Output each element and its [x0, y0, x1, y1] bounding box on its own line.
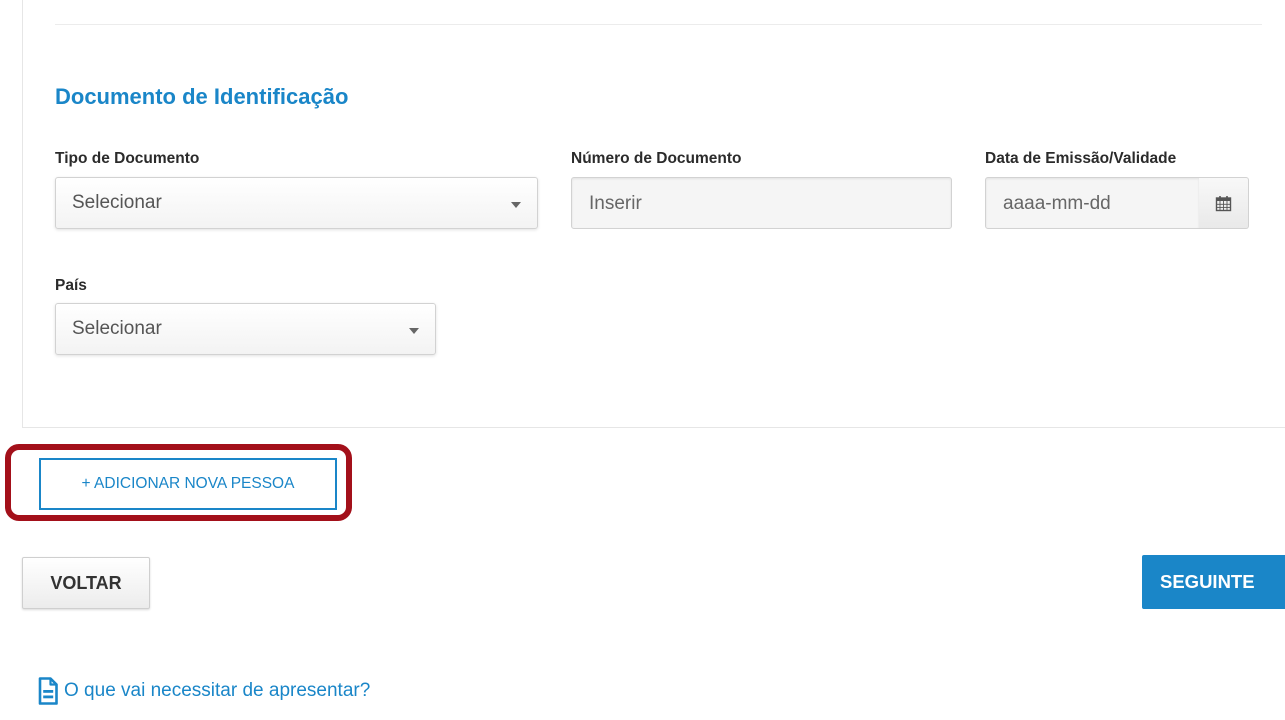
issue-date-input[interactable]: aaaa-mm-dd — [985, 177, 1200, 229]
next-button[interactable]: SEGUINTE — [1142, 555, 1285, 609]
country-select[interactable]: Selecionar — [55, 303, 436, 355]
chevron-down-icon — [511, 202, 521, 208]
document-type-select[interactable]: Selecionar — [55, 177, 538, 229]
document-number-placeholder: Inserir — [589, 193, 642, 214]
country-value: Selecionar — [72, 318, 162, 339]
help-link[interactable]: O que vai necessitar de apresentar? — [38, 676, 370, 706]
add-person-button[interactable]: + ADICIONAR NOVA PESSOA — [39, 458, 337, 510]
calendar-icon — [1215, 195, 1232, 211]
back-button[interactable]: VOLTAR — [22, 557, 150, 609]
document-type-value: Selecionar — [72, 192, 162, 213]
help-link-text: O que vai necessitar de apresentar? — [64, 680, 371, 701]
country-label: País — [55, 277, 87, 294]
issue-date-placeholder: aaaa-mm-dd — [1003, 193, 1111, 214]
document-number-input[interactable]: Inserir — [571, 177, 952, 229]
section-title: Documento de Identificação — [55, 84, 349, 109]
document-type-label: Tipo de Documento — [55, 150, 200, 167]
chevron-down-icon — [409, 328, 419, 334]
document-icon — [38, 677, 58, 705]
document-number-label: Número de Documento — [571, 150, 742, 167]
issue-date-label: Data de Emissão/Validade — [985, 150, 1177, 167]
calendar-button[interactable] — [1199, 177, 1249, 229]
top-divider — [55, 24, 1262, 25]
